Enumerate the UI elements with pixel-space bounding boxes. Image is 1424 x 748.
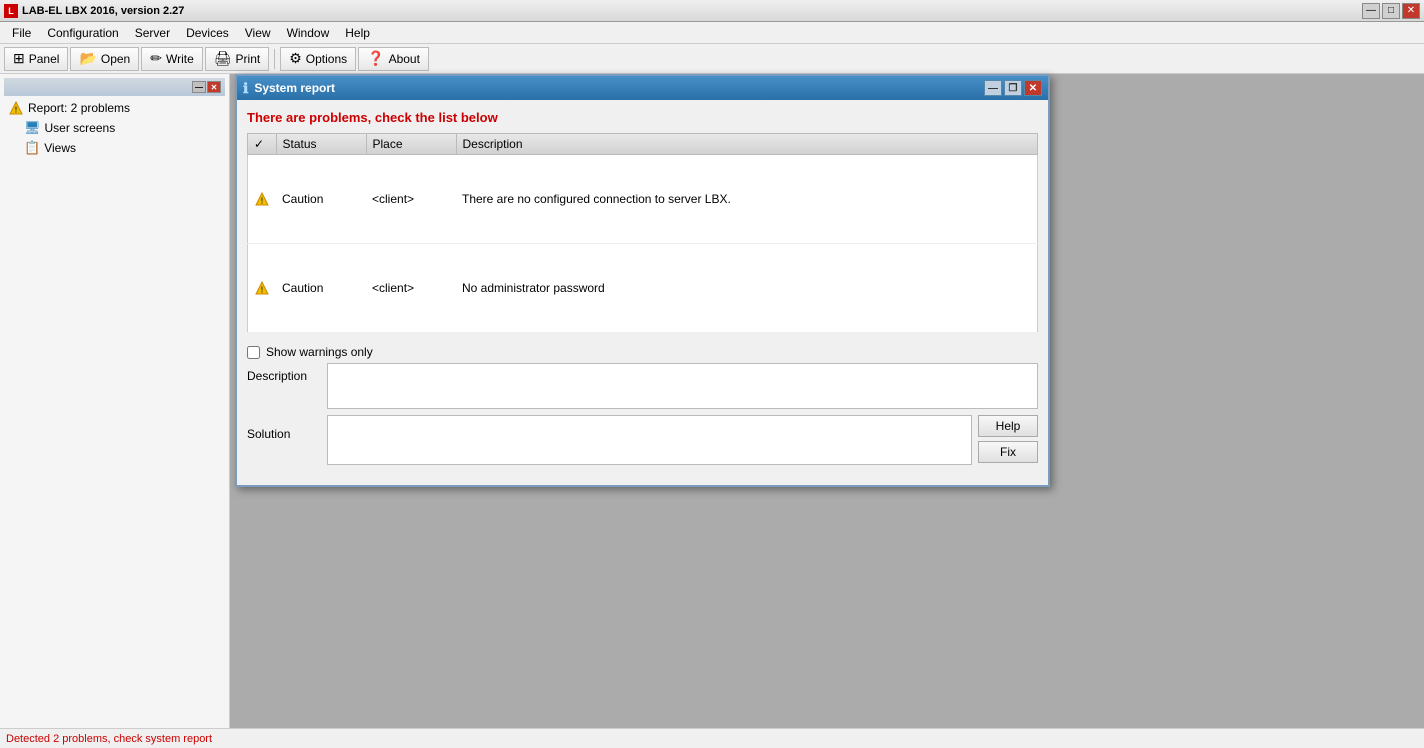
menu-devices[interactable]: Devices: [178, 22, 237, 43]
menu-window[interactable]: Window: [279, 22, 338, 43]
status-text: Detected 2 problems, check system report: [6, 733, 212, 745]
title-bar: L LAB-EL LBX 2016, version 2.27 — □ ✕: [0, 0, 1424, 22]
system-report-dialog: ℹ System report — ❐ ✕ There are problems…: [235, 74, 1050, 487]
sidebar-item-views[interactable]: 📋 Views: [4, 138, 225, 158]
row1-icon-cell: !: [248, 155, 277, 244]
about-label: About: [389, 52, 420, 66]
menu-server[interactable]: Server: [127, 22, 178, 43]
options-icon: ⚙: [289, 50, 302, 67]
toolbar-separator: [274, 49, 275, 69]
row2-place: <client>: [366, 244, 456, 333]
col-header-status: Status: [276, 134, 366, 155]
dialog-title-text: System report: [254, 81, 335, 95]
sidebar-user-screens-label: User screens: [45, 121, 116, 135]
sidebar-item-user-screens[interactable]: 🖥 User screens: [4, 118, 225, 138]
write-icon: ✏: [150, 50, 162, 67]
svg-text:!: !: [15, 106, 18, 115]
status-bar: Detected 2 problems, check system report: [0, 728, 1424, 748]
fields-column: Help Fix: [327, 363, 1038, 465]
dialog-info-icon: ℹ: [243, 80, 248, 97]
menu-configuration[interactable]: Configuration: [39, 22, 126, 43]
main-area: — ✕ ! Report: 2 problems 🖥 User screens …: [0, 74, 1424, 728]
panel-icon: ⊞: [13, 50, 25, 67]
help-button[interactable]: Help: [978, 415, 1038, 437]
screen-icon: 🖥: [24, 120, 41, 136]
solution-buttons: Help Fix: [978, 415, 1038, 463]
solution-label: Solution: [247, 425, 327, 475]
window-title: LAB-EL LBX 2016, version 2.27: [22, 5, 184, 17]
row2-warning-icon: !: [254, 280, 270, 296]
maximize-button[interactable]: □: [1382, 3, 1400, 19]
col-header-check: ✓: [248, 134, 277, 155]
print-button[interactable]: 🖨 Print: [205, 47, 269, 71]
svg-text:!: !: [261, 286, 264, 295]
row1-warning-icon: !: [254, 191, 270, 207]
solution-row: Help Fix: [327, 415, 1038, 465]
print-label: Print: [236, 52, 261, 66]
sidebar-views-label: Views: [44, 141, 76, 155]
open-icon: 📂: [79, 50, 96, 67]
view-icon: 📋: [24, 140, 40, 156]
show-warnings-row: Show warnings only: [247, 341, 1038, 363]
description-label: Description: [247, 367, 327, 417]
row2-status: Caution: [276, 244, 366, 333]
options-button[interactable]: ⚙ Options: [280, 47, 356, 71]
dialog-titlebar: ℹ System report — ❐ ✕: [237, 76, 1048, 100]
dialog-restore-button[interactable]: ❐: [1004, 80, 1022, 96]
options-label: Options: [306, 52, 347, 66]
sidebar-report-label: Report: 2 problems: [28, 101, 130, 115]
sidebar-item-report[interactable]: ! Report: 2 problems: [4, 98, 225, 118]
row2-icon-cell: !: [248, 244, 277, 333]
sidebar: — ✕ ! Report: 2 problems 🖥 User screens …: [0, 74, 230, 728]
svg-text:!: !: [261, 197, 264, 206]
print-icon: 🖨: [214, 50, 232, 67]
row2-description: No administrator password: [456, 244, 1038, 333]
row1-place: <client>: [366, 155, 456, 244]
title-bar-left: L LAB-EL LBX 2016, version 2.27: [4, 4, 184, 18]
about-button[interactable]: ❓ About: [358, 47, 429, 71]
content-area: ℹ System report — ❐ ✕ There are problems…: [230, 74, 1424, 728]
menu-bar: File Configuration Server Devices View W…: [0, 22, 1424, 44]
sidebar-close-button[interactable]: ✕: [207, 81, 221, 93]
report-table: ✓ Status Place Description: [247, 133, 1038, 333]
col-header-description: Description: [456, 134, 1038, 155]
problems-header: There are problems, check the list below: [247, 110, 1038, 125]
sidebar-minimize-button[interactable]: —: [192, 81, 206, 93]
row1-status: Caution: [276, 155, 366, 244]
description-field[interactable]: [327, 363, 1038, 409]
row1-description: There are no configured connection to se…: [456, 155, 1038, 244]
toolbar: ⊞ Panel 📂 Open ✏ Write 🖨 Print ⚙ Options…: [0, 44, 1424, 74]
open-button[interactable]: 📂 Open: [70, 47, 139, 71]
panel-button[interactable]: ⊞ Panel: [4, 47, 68, 71]
labels-column: Description Solution: [247, 363, 327, 475]
open-label: Open: [101, 52, 130, 66]
show-warnings-label[interactable]: Show warnings only: [266, 345, 373, 359]
sidebar-titlebar: — ✕: [4, 78, 225, 96]
table-row[interactable]: ! Caution <client> There are no configur…: [248, 155, 1038, 244]
minimize-button[interactable]: —: [1362, 3, 1380, 19]
close-button[interactable]: ✕: [1402, 3, 1420, 19]
col-header-place: Place: [366, 134, 456, 155]
show-warnings-checkbox[interactable]: [247, 346, 260, 359]
desc-solution-area: Description Solution Help Fix: [247, 363, 1038, 475]
title-bar-controls: — □ ✕: [1362, 3, 1420, 19]
dialog-controls: — ❐ ✕: [984, 80, 1042, 96]
menu-file[interactable]: File: [4, 22, 39, 43]
dialog-close-button[interactable]: ✕: [1024, 80, 1042, 96]
dialog-title-left: ℹ System report: [243, 80, 335, 97]
write-label: Write: [166, 52, 194, 66]
dialog-content: There are problems, check the list below…: [237, 100, 1048, 485]
fix-button[interactable]: Fix: [978, 441, 1038, 463]
sidebar-controls: — ✕: [192, 81, 221, 93]
table-row[interactable]: ! Caution <client> No administrator pass…: [248, 244, 1038, 333]
write-button[interactable]: ✏ Write: [141, 47, 203, 71]
app-icon: L: [4, 4, 18, 18]
menu-view[interactable]: View: [237, 22, 279, 43]
warning-icon: !: [8, 100, 24, 116]
dialog-minimize-button[interactable]: —: [984, 80, 1002, 96]
panel-label: Panel: [29, 52, 60, 66]
about-icon: ❓: [367, 50, 384, 67]
menu-help[interactable]: Help: [337, 22, 378, 43]
solution-field[interactable]: [327, 415, 972, 465]
